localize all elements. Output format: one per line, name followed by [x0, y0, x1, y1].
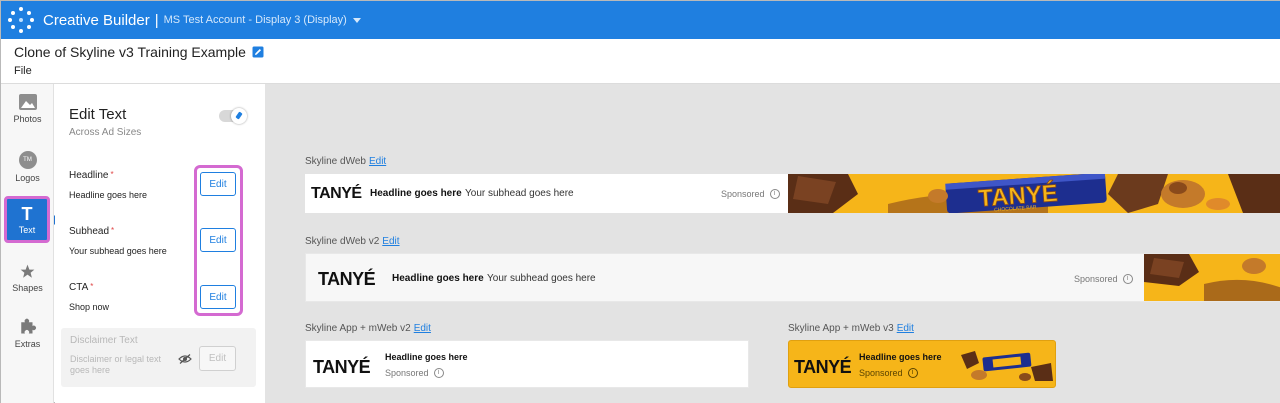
required-marker: *	[110, 170, 114, 179]
subhead-label-text: Subhead	[69, 226, 110, 237]
ad-preview-skyline-dweb-v2[interactable]: TANYÉ Headline goes here Your subhead go…	[305, 253, 1280, 302]
sponsored-text: Sponsored	[385, 368, 429, 378]
creative-builder-logo-icon	[8, 7, 34, 33]
sponsored-tag: Sponsored i	[1074, 274, 1133, 284]
info-icon: i	[769, 189, 780, 199]
chocolate-bar-illustration	[1144, 254, 1280, 301]
puzzle-piece-icon	[20, 318, 36, 334]
brand-logo: TANYÉ	[794, 357, 852, 377]
sponsored-text: Sponsored	[721, 189, 765, 199]
title-separator: |	[154, 11, 159, 29]
preview-name: Skyline App + mWeb v2	[305, 323, 411, 334]
rail-item-shapes[interactable]: Shapes	[1, 264, 54, 293]
star-icon	[20, 264, 35, 278]
panel-title: Edit Text	[69, 106, 127, 123]
product-banner-image	[1144, 254, 1280, 301]
brand-logo: TANYÉ	[318, 269, 376, 289]
product-banner-image: TANYÉ CHOCOLATE BAR	[788, 174, 1280, 213]
info-icon: i	[433, 368, 444, 378]
ad-preview-skyline-app-mweb-v2[interactable]: TANYÉ Headline goes here Sponsored i	[305, 340, 749, 388]
disclaimer-edit-button: Edit	[199, 346, 236, 371]
disclaimer-section: Disclaimer Text Disclaimer or legal text…	[61, 328, 256, 387]
ad-preview-skyline-app-mweb-v3[interactable]: TANYÉ Headline goes here Sponsored i	[788, 340, 1056, 388]
preview-label-skyline-dweb-v2: Skyline dWeb v2 Edit	[305, 236, 400, 247]
preview-canvas: Skyline dWeb Edit TANYÉ Headline goes her…	[265, 84, 1280, 403]
cta-edit-button[interactable]: Edit	[200, 285, 236, 309]
rail-item-extras[interactable]: Extras	[1, 317, 54, 349]
preview-edit-link[interactable]: Edit	[369, 156, 386, 167]
preview-edit-link[interactable]: Edit	[414, 323, 431, 334]
ad-subhead: Your subhead goes here	[465, 188, 574, 199]
ad-subhead: Your subhead goes here	[487, 273, 596, 284]
rail-item-photos[interactable]: Photos	[1, 94, 54, 124]
chevron-down-icon	[352, 17, 361, 23]
document-bar: Clone of Skyline v3 Training Example Fil…	[1, 39, 1280, 84]
headline-label-text: Headline	[69, 170, 109, 181]
account-selector[interactable]: MS Test Account - Display 3 (Display)	[164, 14, 361, 26]
rail-label-photos: Photos	[13, 114, 42, 124]
photo-icon	[18, 94, 37, 110]
app-header: Creative Builder | MS Test Account - Dis…	[1, 1, 1280, 39]
rail-label-shapes: Shapes	[12, 283, 43, 293]
rail-label-logos: Logos	[15, 173, 40, 183]
preview-label-skyline-dweb: Skyline dWeb Edit	[305, 156, 386, 167]
sponsored-text: Sponsored	[859, 368, 903, 378]
edit-text-panel: Edit Text Across Ad Sizes Headline * Head…	[55, 84, 265, 403]
sponsored-text: Sponsored	[1074, 274, 1118, 284]
ad-headline: Headline goes here	[385, 352, 468, 362]
document-title-row: Clone of Skyline v3 Training Example	[14, 44, 264, 60]
preview-label-skyline-app-mweb-v3: Skyline App + mWeb v3 Edit	[788, 323, 914, 334]
cta-value: Shop now	[69, 302, 110, 312]
preview-name: Skyline App + mWeb v3	[788, 323, 894, 334]
headline-edit-button[interactable]: Edit	[200, 172, 236, 196]
ad-headline: Headline goes here	[370, 188, 462, 199]
preview-edit-link[interactable]: Edit	[382, 236, 399, 247]
cta-label: CTA *	[69, 282, 93, 293]
across-sizes-toggle[interactable]	[219, 108, 247, 124]
required-marker: *	[90, 282, 94, 291]
mini-product-image	[961, 351, 1053, 381]
ad-headline: Headline goes here	[392, 273, 484, 284]
rail-label-extras: Extras	[14, 339, 41, 349]
logo-avatar-icon: TM	[18, 151, 37, 169]
account-name: MS Test Account - Display 3 (Display)	[163, 14, 347, 26]
file-menu[interactable]: File	[14, 65, 32, 77]
document-title: Clone of Skyline v3 Training Example	[14, 44, 246, 60]
required-marker: *	[111, 226, 115, 235]
headline-value: Headline goes here	[69, 190, 148, 200]
sponsored-tag: Sponsored i	[859, 368, 918, 378]
brand-logo: TANYÉ	[311, 185, 362, 202]
disclaimer-label: Disclaimer Text	[70, 335, 138, 346]
headline-label: Headline *	[69, 170, 114, 181]
info-icon: i	[1122, 274, 1133, 284]
preview-name: Skyline dWeb	[305, 156, 366, 167]
rail-label-text: Text	[18, 224, 36, 235]
subhead-value: Your subhead goes here	[69, 246, 167, 256]
disclaimer-placeholder: Disclaimer or legal text goes here	[70, 354, 162, 375]
ad-preview-skyline-dweb[interactable]: TANYÉ Headline goes here Your subhead go…	[305, 174, 1280, 213]
pencil-edit-icon[interactable]	[252, 46, 264, 58]
ad-headline: Headline goes here	[859, 352, 942, 362]
app-title: Creative Builder	[43, 11, 150, 29]
sponsored-tag: Sponsored i	[721, 189, 780, 199]
text-tool-icon: T	[21, 203, 33, 224]
tool-rail: Photos TM Logos T Text Shapes Extras	[1, 84, 54, 403]
preview-label-skyline-app-mweb-v2: Skyline App + mWeb v2 Edit	[305, 323, 431, 334]
preview-edit-link[interactable]: Edit	[897, 323, 914, 334]
subhead-edit-button[interactable]: Edit	[200, 228, 236, 252]
rail-item-text[interactable]: T Text	[4, 196, 50, 243]
chocolate-bar-illustration: TANYÉ CHOCOLATE BAR	[788, 174, 1280, 213]
toggle-knob	[231, 108, 247, 124]
brand-logo: TANYÉ	[313, 357, 371, 377]
cta-label-text: CTA	[69, 282, 89, 293]
eye-hidden-icon[interactable]	[178, 354, 192, 364]
info-icon: i	[907, 368, 918, 378]
sponsored-tag: Sponsored i	[385, 368, 444, 378]
panel-subtitle: Across Ad Sizes	[69, 127, 142, 138]
subhead-label: Subhead *	[69, 226, 114, 237]
preview-name: Skyline dWeb v2	[305, 236, 380, 247]
rail-item-logos[interactable]: TM Logos	[1, 151, 54, 183]
